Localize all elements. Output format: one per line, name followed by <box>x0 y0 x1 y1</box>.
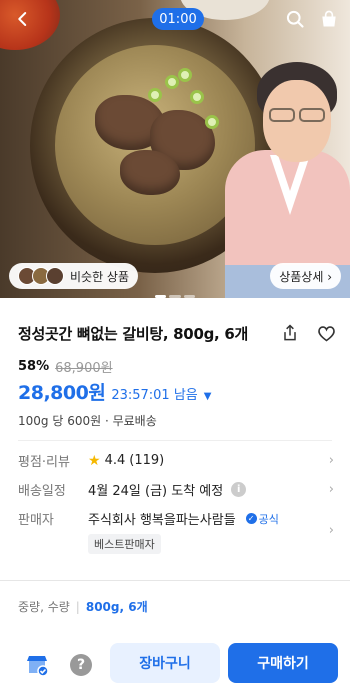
timer-badge: 01:00 <box>152 8 204 30</box>
official-badge: ✓ 공식 <box>245 511 279 527</box>
scallion <box>165 75 179 89</box>
similar-products-label: 비슷한 상품 <box>70 269 130 284</box>
product-detail-button[interactable]: 상품상세 › <box>270 263 341 289</box>
buy-now-button[interactable]: 구매하기 <box>228 643 338 683</box>
option-label: 중량, 수량 <box>18 600 70 614</box>
chevron-down-icon[interactable]: ▼ <box>204 391 212 402</box>
carousel-indicator <box>155 295 195 298</box>
question-icon[interactable]: ? <box>66 650 96 680</box>
check-icon: ✓ <box>245 513 257 524</box>
rating-label: 평점·리뷰 <box>18 455 70 470</box>
info-icon[interactable]: i <box>231 482 247 497</box>
original-price: 68,900원 <box>55 361 113 376</box>
delivery-row[interactable]: 배송일정 4월 24일 (금) 도착 예정 i › <box>18 480 334 499</box>
seller-row[interactable]: 판매자 주식회사 행복을파는사람들 ✓ 공식 › <box>18 509 334 539</box>
unit-price: 100g 당 600원 · 무료배송 <box>18 414 157 428</box>
sale-countdown: 23:57:01 남음 <box>111 388 198 403</box>
option-value: 800g, 6개 <box>85 600 148 614</box>
chevron-right-icon: › <box>328 523 334 538</box>
sale-price: 28,800원 <box>18 382 106 404</box>
chevron-right-icon: › <box>328 482 334 497</box>
rating-row[interactable]: 평점·리뷰 ★ 4.4 (119) › <box>18 451 334 471</box>
discount-row: 58% 68,900원 <box>18 357 113 376</box>
product-title: 정성곳간 뼈없는 갈비탕, 800g, 6개 <box>18 324 248 343</box>
add-to-cart-button[interactable]: 장바구니 <box>110 643 220 683</box>
star-icon: ★ <box>88 452 101 469</box>
scallion <box>205 115 219 129</box>
bottom-action-bar: ? 장바구니 구매하기 <box>0 630 350 689</box>
rating-count: (119) <box>129 453 165 468</box>
search-icon[interactable] <box>282 6 308 32</box>
option-row[interactable]: 중량, 수량 | 800g, 6개 <box>18 598 148 615</box>
product-detail-label: 상품상세 › <box>279 269 332 284</box>
section-divider <box>0 580 350 581</box>
rating-value: 4.4 <box>104 453 126 468</box>
scallion <box>190 90 204 104</box>
seller-name: 주식회사 행복을파는사람들 <box>88 513 236 528</box>
seller-label: 판매자 <box>18 513 54 528</box>
price-row: 28,800원 23:57:01 남음 ▼ <box>18 378 211 405</box>
store-icon[interactable] <box>22 650 52 680</box>
back-arrow-icon[interactable] <box>10 6 36 32</box>
delivery-label: 배송일정 <box>18 484 66 499</box>
best-seller-badge: 베스트판매자 <box>88 534 161 554</box>
spokesperson-photo <box>225 40 350 298</box>
official-badge-label: 공식 <box>258 512 279 526</box>
similar-products-button[interactable]: 비슷한 상품 <box>9 263 139 289</box>
option-separator: | <box>75 599 80 614</box>
share-icon[interactable] <box>278 321 302 345</box>
chevron-right-icon: › <box>328 453 334 468</box>
product-image-carousel[interactable]: 01:00 비슷한 상품 상품상세 › <box>0 0 350 298</box>
discount-rate: 58% <box>18 359 50 374</box>
heart-icon[interactable] <box>314 321 338 345</box>
divider <box>18 440 332 441</box>
similar-thumbnails <box>18 267 64 285</box>
delivery-value: 4월 24일 (금) 도착 예정 <box>88 484 224 499</box>
scallion <box>148 88 162 102</box>
shopping-bag-icon[interactable] <box>316 6 342 32</box>
title-row: 정성곳간 뼈없는 갈비탕, 800g, 6개 <box>18 321 338 345</box>
scallion <box>178 68 192 82</box>
